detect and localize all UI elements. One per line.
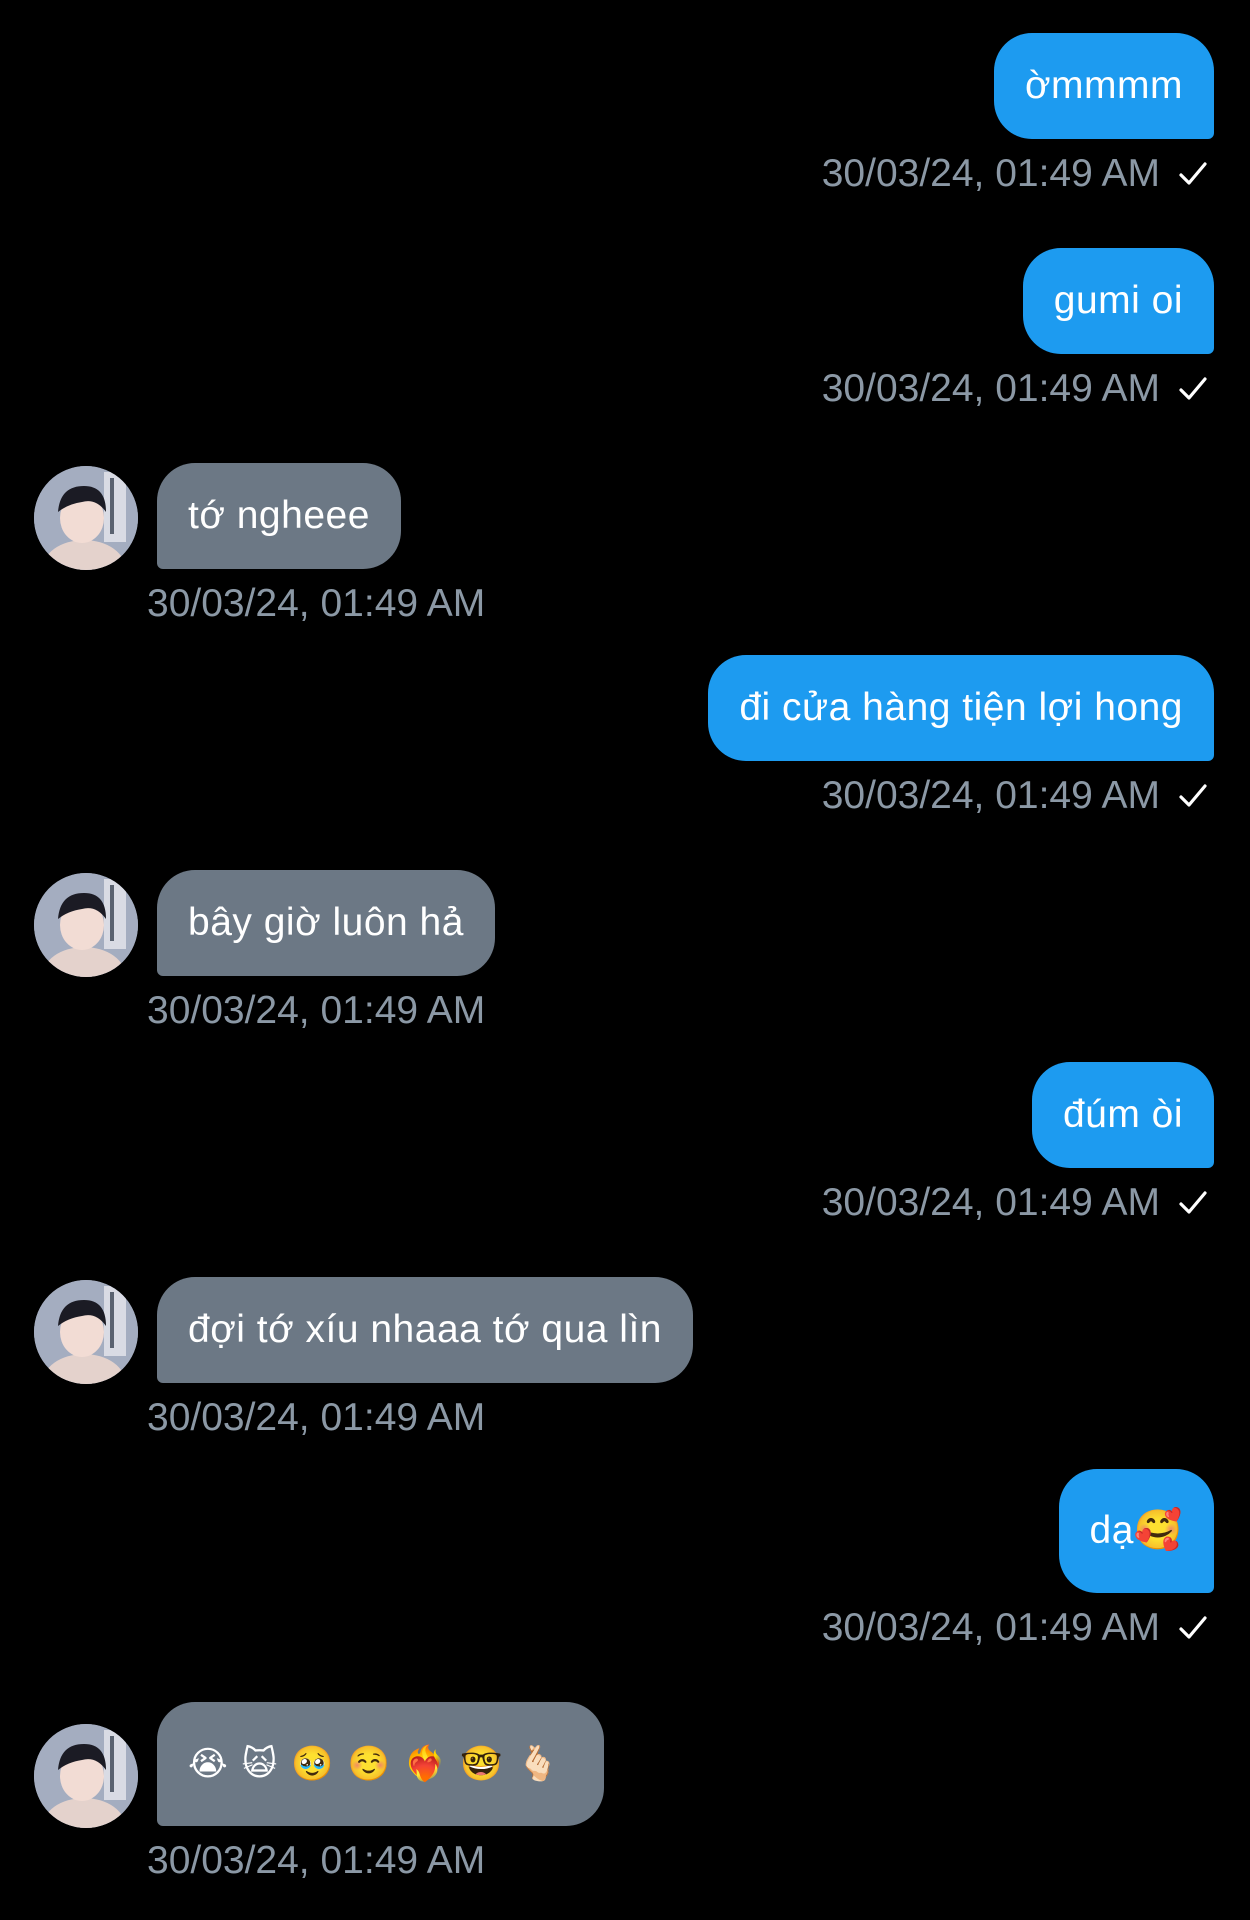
message-bubble[interactable]: 😭🙀🥹☺️❤️‍🔥🤓🫰🏻	[157, 1702, 604, 1826]
avatar-icon[interactable]	[34, 1724, 138, 1828]
message-bubble[interactable]: đúm òi	[1031, 1062, 1214, 1168]
message-meta: 30/03/24, 01:49 AM	[822, 771, 1208, 821]
check-icon	[1179, 1616, 1207, 1639]
message-bubble[interactable]: ờmmmm	[993, 33, 1214, 139]
avatar-icon[interactable]	[34, 1280, 138, 1384]
message-meta: 30/03/24, 01:49 AM	[822, 1178, 1208, 1228]
message-bubble[interactable]: đợi tớ xíu nhaaa tớ qua lìn	[157, 1277, 693, 1383]
chat-thread[interactable]: ờmmmm 30/03/24, 01:49 AM gumi oi 30/03/2…	[0, 0, 1250, 1920]
message-meta: 30/03/24, 01:49 AM	[822, 149, 1208, 199]
message-bubble[interactable]: gumi oi	[1022, 248, 1214, 354]
message-bubble[interactable]: tớ ngheee	[157, 463, 401, 569]
message-meta: 30/03/24, 01:49 AM	[822, 1603, 1208, 1653]
message-timestamp: 30/03/24, 01:49 AM	[821, 1606, 1160, 1649]
avatar-icon[interactable]	[34, 873, 138, 977]
avatar-icon[interactable]	[34, 466, 138, 570]
check-icon	[1179, 784, 1207, 807]
message-timestamp: 30/03/24, 01:49 AM	[147, 1839, 486, 1882]
message-meta: 30/03/24, 01:49 AM	[822, 364, 1208, 414]
message-timestamp: 30/03/24, 01:49 AM	[821, 152, 1160, 195]
message-timestamp: 30/03/24, 01:49 AM	[147, 582, 486, 625]
message-timestamp: 30/03/24, 01:49 AM	[147, 989, 486, 1032]
message-timestamp: 30/03/24, 01:49 AM	[147, 1396, 486, 1439]
message-bubble[interactable]: bây giờ luôn hả	[157, 870, 495, 976]
message-timestamp: 30/03/24, 01:49 AM	[821, 774, 1160, 817]
message-bubble[interactable]: đi cửa hàng tiện lợi hong	[708, 655, 1214, 761]
message-timestamp: 30/03/24, 01:49 AM	[821, 367, 1160, 410]
check-icon	[1179, 377, 1207, 400]
check-icon	[1179, 1191, 1207, 1214]
message-bubble[interactable]: dạ🥰	[1058, 1469, 1214, 1593]
message-timestamp: 30/03/24, 01:49 AM	[821, 1181, 1160, 1224]
check-icon	[1179, 162, 1207, 185]
